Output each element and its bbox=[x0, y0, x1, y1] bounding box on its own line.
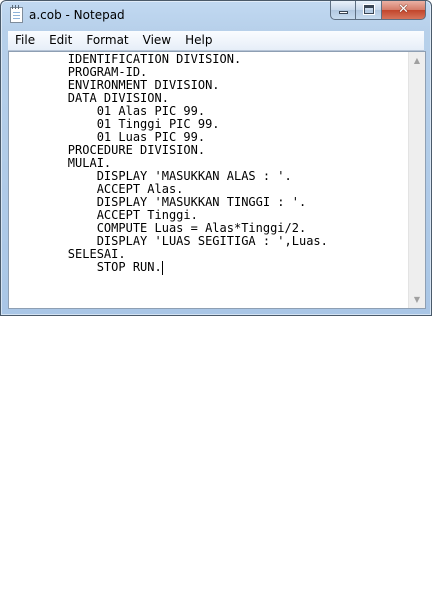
text-editor-area[interactable]: IDENTIFICATION DIVISION. PROGRAM-ID. ENV… bbox=[8, 51, 426, 309]
menu-file[interactable]: File bbox=[8, 31, 42, 50]
text-caret bbox=[162, 261, 163, 275]
caption-buttons: ✕ bbox=[330, 1, 426, 20]
vertical-scrollbar[interactable]: ▲ ▼ bbox=[408, 52, 425, 308]
notepad-window: a.cob - Notepad ✕ File Edit Format View … bbox=[0, 0, 432, 316]
minimize-icon bbox=[339, 11, 348, 14]
window-title: a.cob - Notepad bbox=[29, 8, 125, 22]
menu-format[interactable]: Format bbox=[79, 31, 135, 50]
code-line: STOP RUN. bbox=[10, 260, 162, 274]
scroll-down-arrow-icon[interactable]: ▼ bbox=[409, 291, 425, 308]
notepad-app-icon[interactable] bbox=[10, 5, 23, 23]
menu-help[interactable]: Help bbox=[178, 31, 219, 50]
menu-bar: File Edit Format View Help bbox=[8, 31, 424, 51]
menu-view[interactable]: View bbox=[136, 31, 178, 50]
close-button[interactable]: ✕ bbox=[382, 1, 426, 20]
maximize-icon bbox=[363, 4, 375, 15]
title-bar[interactable]: a.cob - Notepad ✕ bbox=[1, 1, 431, 31]
menu-edit[interactable]: Edit bbox=[42, 31, 79, 50]
maximize-button[interactable] bbox=[356, 1, 382, 20]
close-icon: ✕ bbox=[398, 2, 409, 17]
minimize-button[interactable] bbox=[330, 1, 356, 20]
scroll-up-arrow-icon[interactable]: ▲ bbox=[409, 52, 425, 69]
code-text[interactable]: IDENTIFICATION DIVISION. PROGRAM-ID. ENV… bbox=[10, 53, 408, 274]
